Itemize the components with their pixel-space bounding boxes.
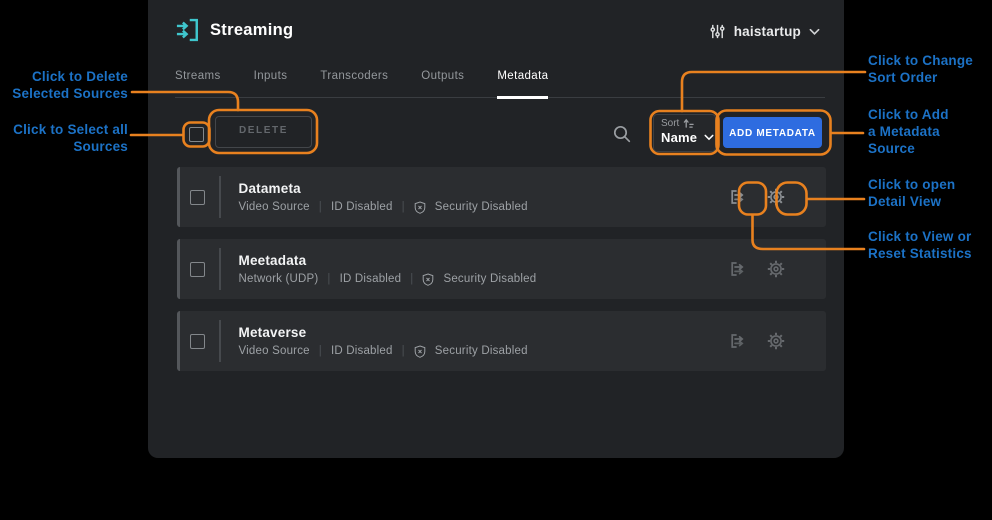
account-menu[interactable]: haistartup <box>709 23 820 40</box>
security-status: Security Disabled <box>443 273 536 285</box>
view-statistics-icon[interactable] <box>727 187 747 207</box>
security-shield-icon <box>414 345 426 358</box>
tab-outputs[interactable]: Outputs <box>421 70 464 97</box>
security-shield-icon <box>414 201 426 214</box>
source-type: Network (UDP) <box>239 273 319 285</box>
annotation-delete: Click to DeleteSelected Sources <box>12 68 128 102</box>
tab-inputs[interactable]: Inputs <box>254 70 288 97</box>
tab-transcoders[interactable]: Transcoders <box>320 70 388 97</box>
delete-button[interactable]: DELETE <box>215 116 312 148</box>
security-status: Security Disabled <box>435 345 528 357</box>
add-metadata-button[interactable]: ADD METADATA <box>723 117 822 148</box>
source-type: Video Source <box>239 201 310 213</box>
chevron-down-icon <box>704 134 714 141</box>
settings-gear-icon[interactable] <box>766 187 786 207</box>
metadata-source-row[interactable]: Meetadata Network (UDP)| ID Disabled| Se… <box>177 239 826 299</box>
source-type: Video Source <box>239 345 310 357</box>
metadata-source-row[interactable]: Metaverse Video Source| ID Disabled| Sec… <box>177 311 826 371</box>
metadata-source-row[interactable]: Datameta Video Source| ID Disabled| Secu… <box>177 167 826 227</box>
streaming-app-panel: Streaming haistartup Streams Inputs Tran… <box>148 0 844 458</box>
sort-value: Name <box>661 130 697 145</box>
page-title: Streaming <box>210 21 293 40</box>
row-checkbox[interactable] <box>190 262 205 277</box>
row-checkbox[interactable] <box>190 190 205 205</box>
annotation-stats: Click to View orReset Statistics <box>868 228 972 262</box>
settings-gear-icon[interactable] <box>766 259 786 279</box>
settings-gear-icon[interactable] <box>766 331 786 351</box>
view-statistics-icon[interactable] <box>727 331 747 351</box>
tab-bar: Streams Inputs Transcoders Outputs Metad… <box>175 70 825 98</box>
search-icon[interactable] <box>612 124 632 144</box>
row-checkbox[interactable] <box>190 334 205 349</box>
source-title: Meetadata <box>239 253 537 268</box>
account-name: haistartup <box>734 24 801 39</box>
row-divider <box>219 320 221 362</box>
view-statistics-icon[interactable] <box>727 259 747 279</box>
source-title: Datameta <box>239 181 528 196</box>
annotation-sort: Click to ChangeSort Order <box>868 52 973 86</box>
sort-dropdown[interactable]: Sort Name <box>653 114 716 152</box>
security-shield-icon <box>422 273 434 286</box>
select-all-checkbox[interactable] <box>189 127 204 142</box>
security-status: Security Disabled <box>435 201 528 213</box>
id-status: ID Disabled <box>340 273 402 285</box>
row-divider <box>219 248 221 290</box>
sort-order-icon <box>683 118 694 129</box>
annotation-add: Click to Adda MetadataSource <box>868 106 949 157</box>
tab-metadata[interactable]: Metadata <box>497 70 548 99</box>
source-title: Metaverse <box>239 325 528 340</box>
chevron-down-icon <box>809 28 820 36</box>
annotation-select-all: Click to Select allSources <box>13 121 128 155</box>
tab-streams[interactable]: Streams <box>175 70 221 97</box>
sliders-icon <box>709 23 726 40</box>
annotation-detail: Click to openDetail View <box>868 176 955 210</box>
id-status: ID Disabled <box>331 345 393 357</box>
id-status: ID Disabled <box>331 201 393 213</box>
streaming-logo-icon <box>174 16 202 44</box>
app-header: Streaming haistartup <box>148 0 844 60</box>
row-divider <box>219 176 221 218</box>
sort-label: Sort <box>661 118 679 129</box>
